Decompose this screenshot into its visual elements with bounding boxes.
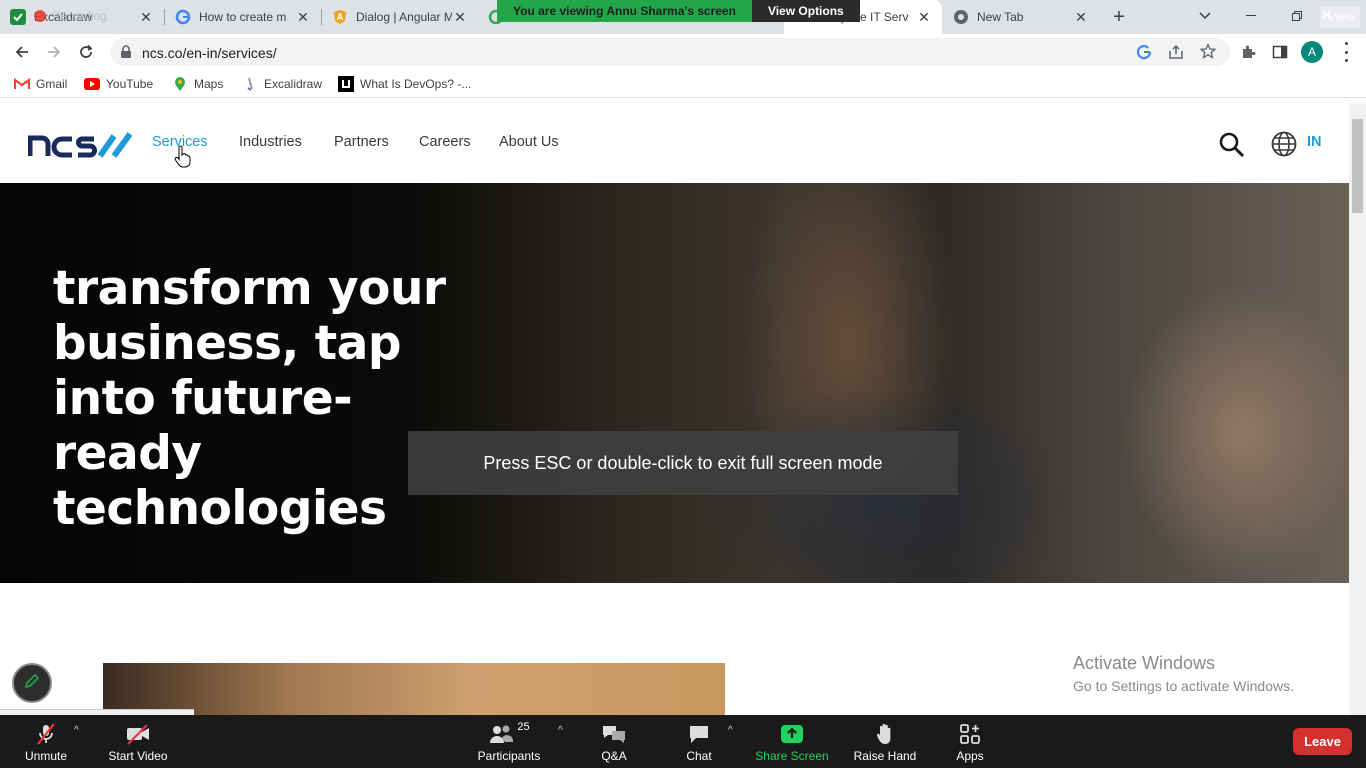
- tab-excalidraw[interactable]: Excalidraw Recording ✕: [0, 0, 164, 34]
- leave-meeting-button[interactable]: Leave: [1293, 728, 1352, 755]
- lock-icon[interactable]: [120, 45, 132, 64]
- nav-partners[interactable]: Partners: [334, 134, 389, 150]
- gmail-icon: [14, 76, 30, 92]
- page-scrollbar[interactable]: [1349, 103, 1366, 715]
- search-icon[interactable]: [1219, 132, 1245, 163]
- share-screen-icon: [780, 721, 804, 747]
- site-header: Services Industries Partners Careers Abo…: [0, 103, 1349, 183]
- back-arrow-icon[interactable]: [10, 40, 34, 64]
- participants-icon: 25: [488, 721, 530, 747]
- maps-pin-icon: [172, 76, 188, 92]
- tab-angular-dialog[interactable]: Dialog | Angular M ✕: [322, 0, 478, 34]
- bookmarks-bar: Gmail YouTube Maps Excalidraw What Is De…: [0, 70, 1366, 98]
- scrollbar-thumb[interactable]: [1352, 119, 1363, 213]
- bookmark-star-icon[interactable]: [1199, 42, 1217, 64]
- tab-title: Excalidraw Recording: [34, 10, 107, 24]
- close-tab-icon[interactable]: ✕: [295, 9, 311, 25]
- viewing-screen-label: You are viewing Annu Sharma's screen: [497, 0, 752, 22]
- zoom-view-button[interactable]: ✕ View: [1320, 6, 1360, 28]
- participant-count: 25: [517, 721, 530, 733]
- section-image: [103, 663, 725, 715]
- tab-title: Dialog | Angular M: [356, 10, 452, 24]
- chat-button[interactable]: Chat: [679, 715, 719, 768]
- raise-hand-button[interactable]: Raise Hand: [852, 715, 918, 768]
- tab-title: New Tab: [977, 10, 1024, 24]
- chat-options-caret-icon[interactable]: ^: [728, 725, 733, 736]
- netapp-icon: [338, 76, 354, 92]
- tab-title: How to create m: [199, 10, 287, 24]
- web-page: Services Industries Partners Careers Abo…: [0, 103, 1349, 715]
- fullscreen-exit-toast: Press ESC or double-click to exit full s…: [408, 431, 958, 495]
- shield-check-icon: [10, 9, 26, 25]
- view-options-button[interactable]: View Options: [751, 0, 860, 22]
- minimize-icon[interactable]: [1228, 0, 1274, 32]
- recording-indicator: Recording: [34, 10, 107, 23]
- angular-shield-icon: [332, 9, 348, 25]
- bookmark-devops[interactable]: What Is DevOps? -...: [338, 76, 471, 92]
- tab-google-search[interactable]: How to create m ✕: [165, 0, 321, 34]
- zoom-share-banner: You are viewing Annu Sharma's screen Vie…: [497, 0, 860, 22]
- extensions-puzzle-icon[interactable]: [1236, 40, 1260, 64]
- hero-photo-hand: [1120, 283, 1349, 583]
- qa-button[interactable]: Q&A: [594, 715, 634, 768]
- profile-avatar[interactable]: A: [1301, 41, 1323, 63]
- bookmark-gmail[interactable]: Gmail: [14, 76, 67, 92]
- zoom-control-bar: Unmute ^ Start Video 25 Participants ^ Q…: [0, 715, 1366, 768]
- close-tab-icon[interactable]: ✕: [1073, 9, 1089, 25]
- apps-button[interactable]: Apps: [950, 715, 990, 768]
- menu-kebab-icon[interactable]: [1338, 42, 1354, 62]
- close-tab-icon[interactable]: ✕: [452, 9, 468, 25]
- reload-icon[interactable]: [74, 40, 98, 64]
- region-selector[interactable]: IN: [1307, 134, 1322, 150]
- google-icon: [175, 9, 191, 25]
- bookmark-maps[interactable]: Maps: [172, 76, 223, 92]
- globe-icon[interactable]: [1271, 131, 1297, 162]
- share-screen-button[interactable]: Share Screen: [754, 715, 830, 768]
- nav-industries[interactable]: Industries: [239, 134, 302, 150]
- participants-options-caret-icon[interactable]: ^: [558, 725, 563, 736]
- close-tab-icon[interactable]: ✕: [138, 9, 154, 25]
- pencil-icon: [24, 673, 40, 694]
- restore-icon[interactable]: [1274, 0, 1320, 32]
- activate-windows-watermark: Activate Windows Go to Settings to activ…: [1073, 653, 1294, 694]
- bookmark-youtube[interactable]: YouTube: [84, 76, 153, 92]
- raise-hand-icon: [875, 721, 895, 747]
- nav-careers[interactable]: Careers: [419, 134, 471, 150]
- forward-arrow-icon[interactable]: [42, 40, 66, 64]
- share-icon[interactable]: [1168, 44, 1184, 65]
- mic-muted-icon: [34, 721, 58, 747]
- nav-about-us[interactable]: About Us: [499, 134, 559, 150]
- start-video-button[interactable]: Start Video: [104, 715, 172, 768]
- excalidraw-icon: [242, 76, 258, 92]
- ncs-logo[interactable]: [27, 130, 138, 163]
- chat-bubble-icon: [688, 721, 710, 747]
- record-dot-icon: [34, 10, 46, 22]
- google-translate-icon[interactable]: [1136, 44, 1152, 65]
- qa-bubbles-icon: [601, 721, 627, 747]
- apps-grid-icon: [959, 721, 981, 747]
- annotate-button[interactable]: [12, 663, 52, 703]
- address-bar[interactable]: ncs.co/en-in/services/: [110, 38, 1230, 66]
- side-panel-icon[interactable]: [1268, 40, 1292, 64]
- audio-options-caret-icon[interactable]: ^: [74, 725, 79, 736]
- bookmark-excalidraw[interactable]: Excalidraw: [242, 76, 322, 92]
- tab-search-chevron-icon[interactable]: [1182, 0, 1228, 32]
- chrome-icon: [953, 9, 969, 25]
- url-text: ncs.co/en-in/services/: [142, 45, 277, 61]
- hero-banner: transform your business, tap into future…: [0, 183, 1349, 583]
- new-tab-plus-icon[interactable]: +: [1110, 7, 1128, 27]
- hand-cursor-icon: [174, 145, 192, 174]
- tab-new-tab[interactable]: New Tab ✕: [943, 0, 1099, 34]
- youtube-icon: [84, 76, 100, 92]
- video-off-icon: [125, 721, 151, 747]
- close-window-icon[interactable]: ✕: [1320, 6, 1333, 24]
- close-tab-icon[interactable]: ✕: [916, 9, 932, 25]
- browser-toolbar: ncs.co/en-in/services/ A: [0, 34, 1366, 70]
- participants-button[interactable]: 25 Participants: [474, 715, 544, 768]
- unmute-button[interactable]: Unmute: [22, 715, 70, 768]
